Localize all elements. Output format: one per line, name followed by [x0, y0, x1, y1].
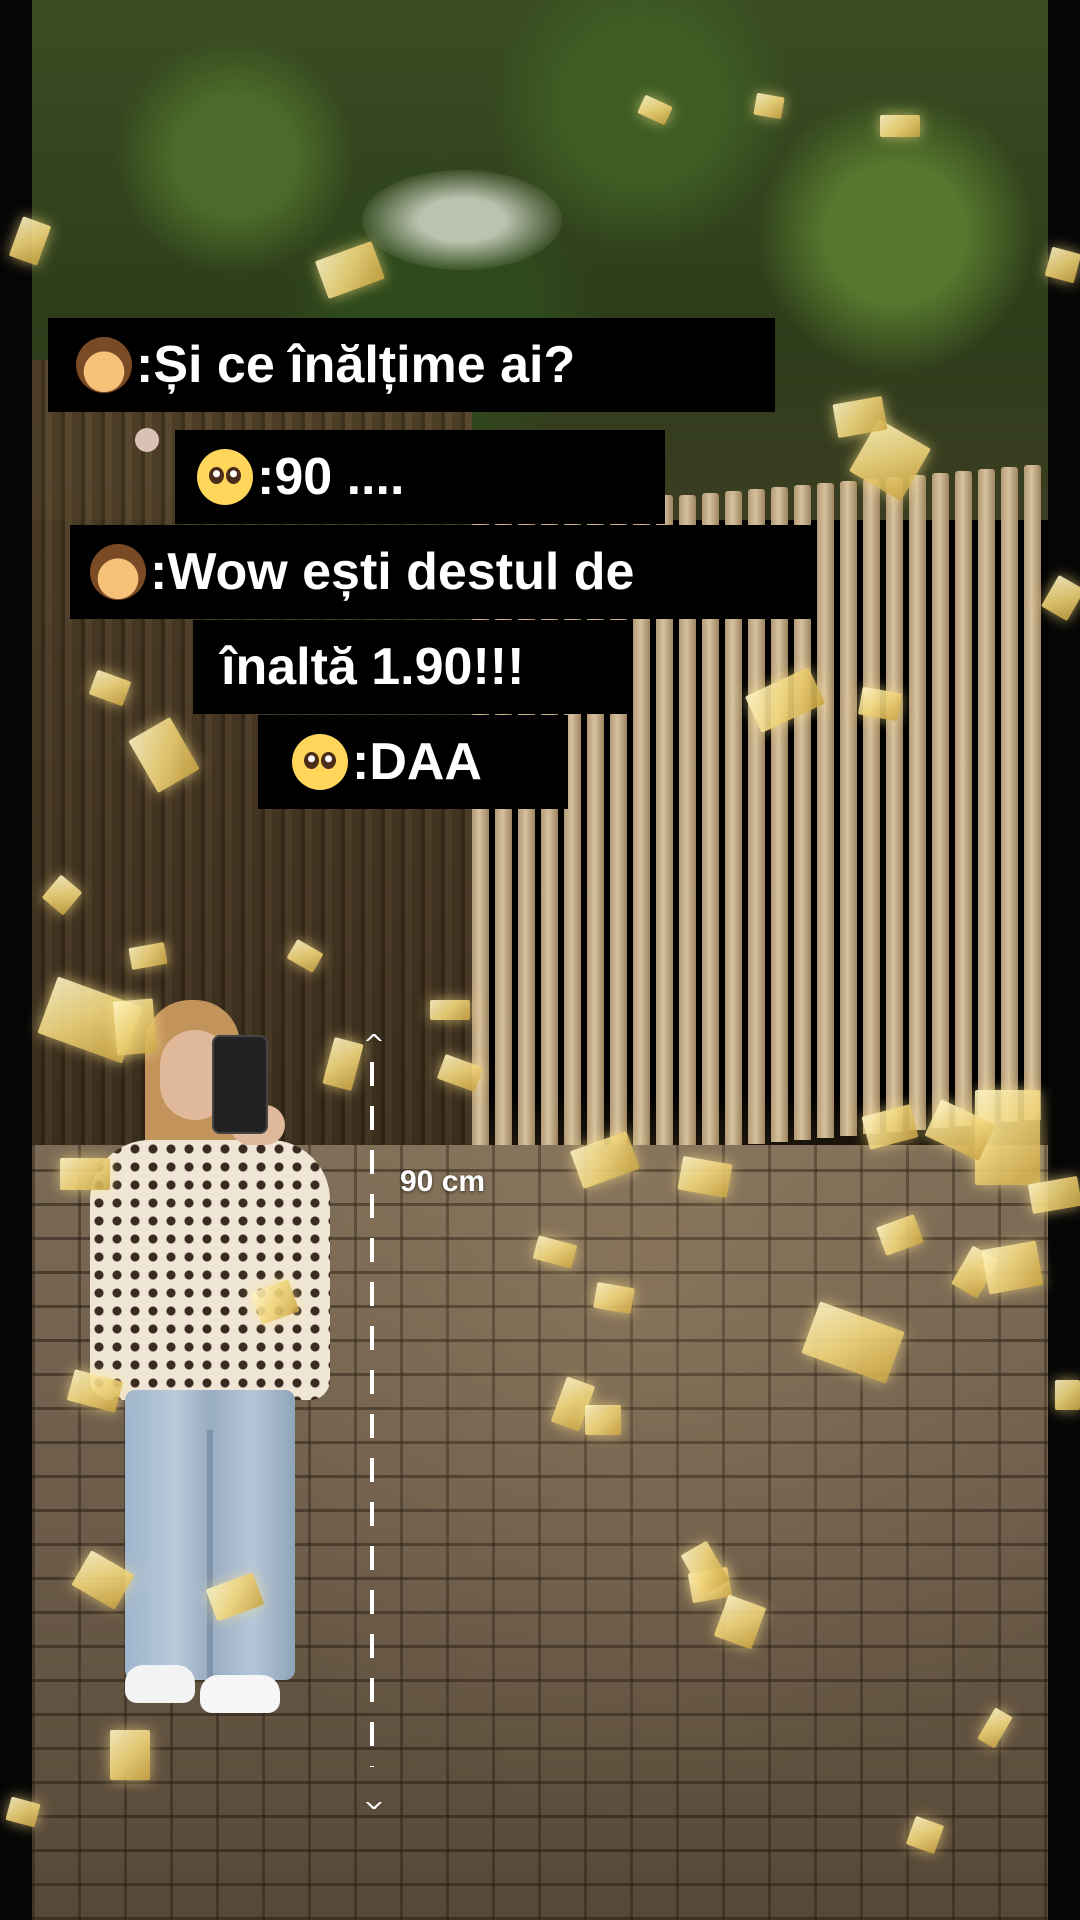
- caption-line-2: :90 ....: [175, 430, 665, 524]
- caption-overlay: :Și ce înălțime ai? :90 .... :Wow ești d…: [0, 0, 1080, 1920]
- caption-line-1: :Și ce înălțime ai?: [48, 318, 775, 412]
- pleading-face-icon-2: [292, 734, 348, 790]
- caption-text-1: :Și ce înălțime ai?: [136, 336, 576, 394]
- caption-text-3: :Wow ești destul de: [150, 543, 635, 601]
- caption-text-2: :90 ....: [257, 448, 405, 506]
- boy-emoji-icon: [76, 337, 132, 393]
- caption-line-3: :Wow ești destul de: [70, 525, 814, 619]
- boy-emoji-icon-2: [90, 544, 146, 600]
- caption-text-4: înaltă 1.90!!!: [221, 638, 525, 696]
- caption-line-4: înaltă 1.90!!!: [193, 620, 630, 714]
- caption-text-5: :DAA: [352, 733, 482, 791]
- pleading-face-icon: [197, 449, 253, 505]
- caption-line-5: :DAA: [258, 715, 568, 809]
- small-face-icon: [135, 428, 159, 452]
- video-frame: ^ 90 cm ^ :Și ce înălțime ai? :90 .... :…: [0, 0, 1080, 1920]
